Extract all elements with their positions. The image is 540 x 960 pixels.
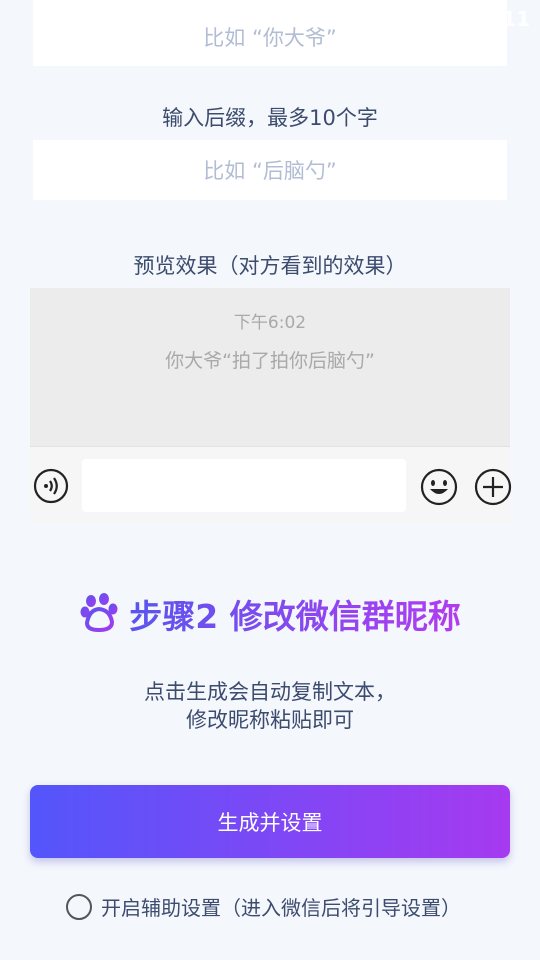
preview-panel: 下午6:02 你大爷“拍了拍你后脑勺” — [30, 288, 512, 523]
step2-desc-line1: 点击生成会自动复制文本， — [144, 680, 396, 704]
emoji-icon[interactable] — [420, 468, 458, 510]
generate-button[interactable]: 生成并设置 — [30, 785, 510, 858]
status-bar: 4:11 — [0, 0, 540, 36]
assist-radio[interactable] — [66, 893, 92, 920]
assist-option[interactable]: 开启辅助设置（进入微信后将引导设置） — [66, 892, 461, 921]
preview-time: 下午6:02 — [233, 313, 307, 333]
assist-label: 开启辅助设置（进入微信后将引导设置） — [101, 896, 461, 920]
step2-title: 步骤2 修改微信群昵称 — [0, 590, 540, 638]
status-icons: 4:11 — [394, 6, 530, 32]
plus-icon[interactable] — [474, 468, 512, 510]
wifi-icon — [394, 7, 419, 31]
voice-icon[interactable] — [33, 468, 69, 508]
step2-desc-line2: 修改昵称粘贴即可 — [186, 708, 354, 732]
battery-icon — [458, 6, 471, 32]
preview-label: 预览效果（对方看到的效果） — [133, 254, 407, 278]
step2-title-text: 步骤2 修改微信群昵称 — [129, 590, 460, 638]
chat-input-bar — [30, 446, 512, 523]
step2-description: 点击生成会自动复制文本， 修改昵称粘贴即可 — [0, 678, 540, 734]
suffix-label: 输入后缀，最多10个字 — [162, 106, 378, 130]
paw-icon — [79, 592, 119, 636]
signal-icon — [427, 6, 448, 31]
suffix-input[interactable]: 比如 “后脑勺” — [33, 140, 507, 200]
preview-message: 你大爷“拍了拍你后脑勺” — [165, 350, 375, 372]
suffix-placeholder: 比如 “后脑勺” — [203, 159, 337, 183]
chat-text-input[interactable] — [82, 459, 406, 512]
status-time: 4:11 — [480, 7, 530, 31]
